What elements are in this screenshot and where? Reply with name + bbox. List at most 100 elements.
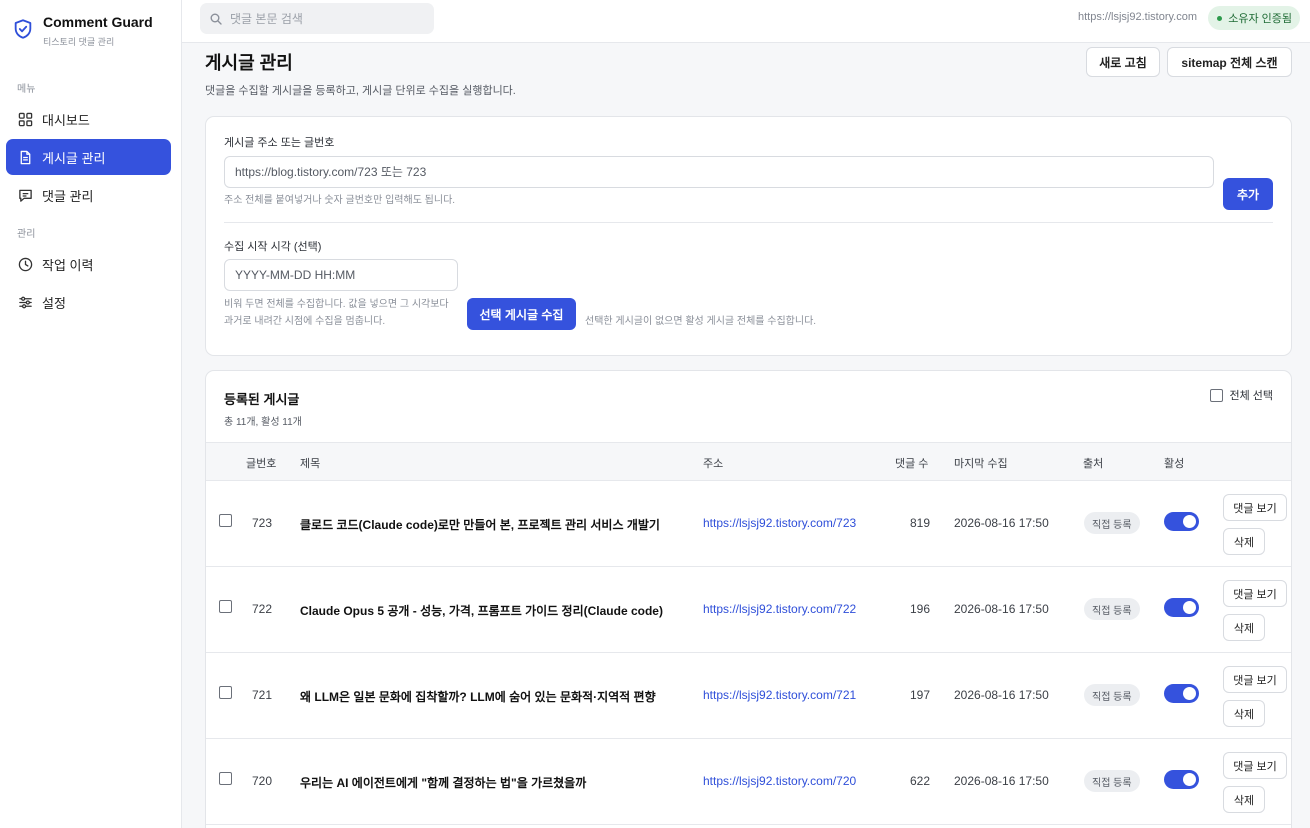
list-count: 총 11개, 활성 11개 [224, 417, 302, 428]
row-checkbox[interactable] [219, 772, 232, 785]
add-post-button[interactable]: 추가 [1223, 178, 1273, 210]
app-title: Comment Guard [43, 14, 153, 30]
url-hint: 주소 전체를 붙여넣거나 숫자 글번호만 입력해도 됩니다. [224, 195, 456, 206]
row-checkbox[interactable] [219, 514, 232, 527]
sidebar-item-label: 설정 [42, 295, 66, 311]
active-toggle[interactable] [1164, 598, 1199, 617]
toggle-knob [1183, 515, 1196, 528]
nav-section-manage: 관리 [17, 229, 36, 240]
sidebar-item-dashboard[interactable]: 대시보드 [6, 101, 171, 137]
post-title: 클로드 코드(Claude code)로만 만들어 본, 프로젝트 관리 서비스… [300, 518, 660, 532]
table-row: 721 왜 LLM은 일본 문화에 집착할까? LLM에 숨어 있는 문화적·지… [206, 653, 1291, 739]
sidebar-item-history[interactable]: 작업 이력 [6, 246, 171, 282]
last-collected: 2026-08-16 17:50 [954, 688, 1049, 702]
post-title: 왜 LLM은 일본 문화에 집착할까? LLM에 숨어 있는 문화적·지역적 편… [300, 690, 656, 704]
post-title: Claude Opus 5 공개 - 성능, 가격, 프롬프트 가이드 정리(C… [300, 604, 663, 618]
post-url-input[interactable] [224, 156, 1214, 188]
comment-count: 197 [909, 688, 930, 702]
page-description: 댓글을 수집할 게시글을 등록하고, 게시글 단위로 수집을 실행합니다. [205, 85, 516, 97]
source-badge: 직접 등록 [1084, 512, 1140, 534]
sidebar-item-label: 작업 이력 [42, 257, 94, 273]
sidebar-item-posts[interactable]: 게시글 관리 [6, 139, 171, 175]
sidebar-item-label: 댓글 관리 [42, 188, 94, 204]
active-toggle[interactable] [1164, 512, 1199, 531]
table-header: 글번호 제목 주소 댓글 수 마지막 수집 출처 활성 [206, 442, 1291, 481]
sidebar: Comment Guard 티스토리 댓글 관리 메뉴 대시보드 게시글 관리 … [0, 0, 182, 828]
start-time-hint-line-2: 과거로 내려간 시점에 수집을 멈춥니다. [224, 316, 386, 327]
post-url-link[interactable]: https://lsjsj92.tistory.com/721 [703, 688, 856, 702]
toggle-knob [1183, 773, 1196, 786]
post-url-link[interactable]: https://lsjsj92.tistory.com/720 [703, 774, 856, 788]
sidebar-item-settings[interactable]: 설정 [6, 284, 171, 320]
row-checkbox[interactable] [219, 600, 232, 613]
shield-check-icon [12, 18, 34, 40]
source-badge: 직접 등록 [1084, 684, 1140, 706]
col-number: 글번호 [246, 458, 277, 470]
start-time-label: 수집 시작 시각 (선택) [224, 241, 322, 253]
list-title: 등록된 게시글 [224, 392, 300, 407]
sidebar-item-comments[interactable]: 댓글 관리 [6, 177, 171, 213]
start-time-input[interactable] [224, 259, 458, 291]
app-subtitle: 티스토리 댓글 관리 [43, 37, 115, 47]
url-field-label: 게시글 주소 또는 글번호 [224, 137, 335, 149]
col-comments: 댓글 수 [895, 458, 929, 470]
post-url-link[interactable]: https://lsjsj92.tistory.com/722 [703, 602, 856, 616]
search-input[interactable] [230, 11, 420, 26]
col-active: 활성 [1164, 458, 1185, 470]
post-number: 723 [252, 516, 273, 530]
refresh-button[interactable]: 새로 고침 [1086, 47, 1160, 77]
owner-badge-label: 소유자 인증됨 [1228, 13, 1292, 25]
sidebar-item-label: 대시보드 [42, 112, 90, 128]
document-icon [18, 150, 33, 165]
nav-section-menu: 메뉴 [17, 84, 36, 95]
select-all[interactable]: 전체 선택 [1210, 387, 1273, 403]
source-badge: 직접 등록 [1084, 598, 1140, 620]
active-toggle[interactable] [1164, 684, 1199, 703]
delete-button[interactable]: 삭제 [1223, 614, 1265, 641]
clock-icon [18, 257, 33, 272]
collect-hint: 선택한 게시글이 없으면 활성 게시글 전체를 수집합니다. [585, 316, 817, 327]
registered-posts-card: 등록된 게시글 총 11개, 활성 11개 전체 선택 글번호 제목 주소 댓글… [205, 370, 1292, 828]
search-box[interactable] [200, 3, 434, 34]
comment-count: 622 [909, 774, 930, 788]
row-checkbox[interactable] [219, 686, 232, 699]
brand: Comment Guard 티스토리 댓글 관리 [0, 0, 181, 62]
last-collected: 2026-08-16 17:50 [954, 602, 1049, 616]
status-dot [1217, 15, 1223, 21]
toggle-knob [1183, 687, 1196, 700]
blog-url: https://lsjsj92.tistory.com [1078, 11, 1197, 23]
select-all-label: 전체 선택 [1229, 390, 1273, 402]
delete-button[interactable]: 삭제 [1223, 786, 1265, 813]
search-icon [210, 13, 222, 25]
delete-button[interactable]: 삭제 [1223, 528, 1265, 555]
topbar: https://lsjsj92.tistory.com 소유자 인증됨 [182, 0, 1310, 43]
post-register-card: 게시글 주소 또는 글번호 주소 전체를 붙여넣거나 숫자 글번호만 입력해도 … [205, 116, 1292, 356]
sliders-icon [18, 295, 33, 310]
post-title: 우리는 AI 에이전트에게 "함께 결정하는 법"을 가르쳤을까 [300, 776, 587, 790]
comment-count: 819 [909, 516, 930, 530]
delete-button[interactable]: 삭제 [1223, 700, 1265, 727]
view-comments-button[interactable]: 댓글 보기 [1223, 580, 1287, 607]
last-collected: 2026-08-16 17:50 [954, 774, 1049, 788]
sidebar-item-label: 게시글 관리 [42, 150, 106, 166]
view-comments-button[interactable]: 댓글 보기 [1223, 494, 1287, 521]
col-source: 출처 [1083, 458, 1104, 470]
view-comments-button[interactable]: 댓글 보기 [1223, 666, 1287, 693]
grid-icon [18, 112, 33, 127]
table-row: 720 우리는 AI 에이전트에게 "함께 결정하는 법"을 가르쳤을까 htt… [206, 739, 1291, 825]
source-badge: 직접 등록 [1084, 770, 1140, 792]
post-number: 722 [252, 602, 273, 616]
select-all-checkbox[interactable] [1210, 388, 1224, 402]
col-last-collected: 마지막 수집 [954, 458, 1008, 470]
start-time-hint: 비워 두면 전체를 수집합니다. 값을 넣으면 그 시각보다 과거로 내려간 시… [224, 296, 449, 330]
form-divider [224, 222, 1273, 223]
toggle-knob [1183, 601, 1196, 614]
owner-verified-badge: 소유자 인증됨 [1208, 6, 1300, 30]
collect-selected-button[interactable]: 선택 게시글 수집 [467, 298, 576, 330]
sitemap-scan-button[interactable]: sitemap 전체 스캔 [1167, 47, 1292, 77]
last-collected: 2026-08-16 17:50 [954, 516, 1049, 530]
post-url-link[interactable]: https://lsjsj92.tistory.com/723 [703, 516, 856, 530]
active-toggle[interactable] [1164, 770, 1199, 789]
view-comments-button[interactable]: 댓글 보기 [1223, 752, 1287, 779]
post-number: 721 [252, 688, 273, 702]
